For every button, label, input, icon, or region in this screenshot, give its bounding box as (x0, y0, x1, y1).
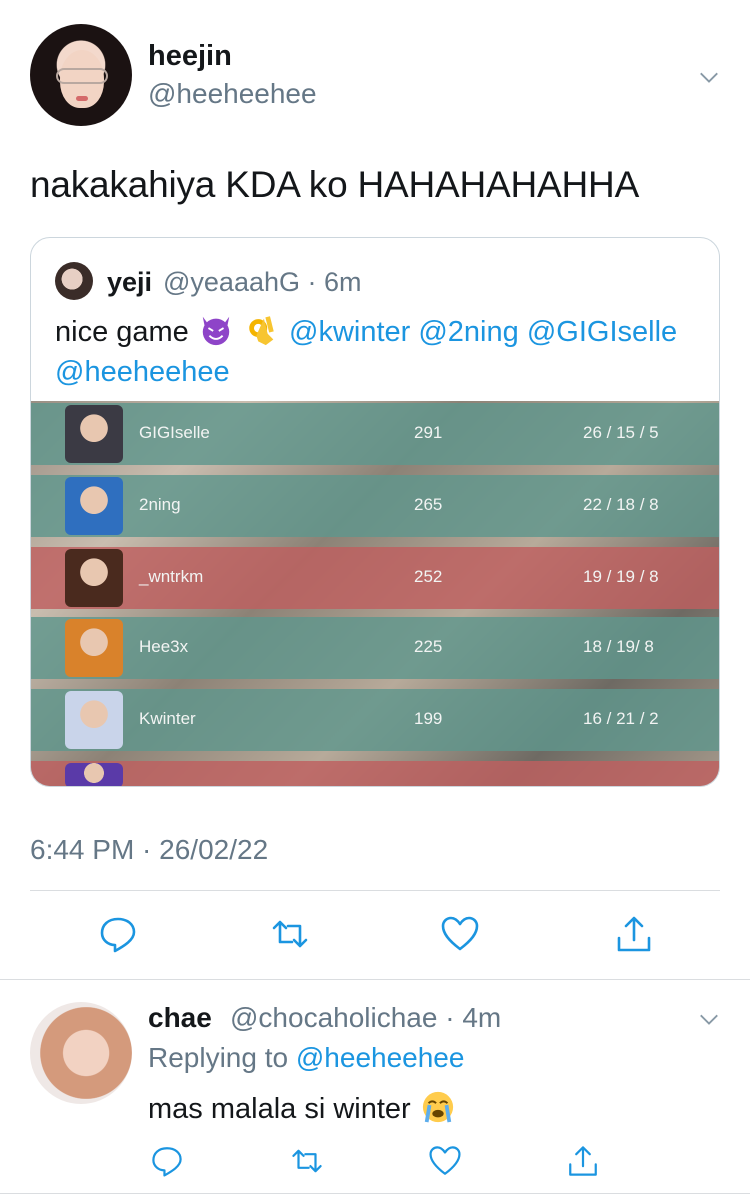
like-button[interactable] (428, 1144, 462, 1178)
tweet-actions (0, 914, 750, 958)
reply-text-content: mas malala si winter (148, 1093, 411, 1125)
player-score: 252 (414, 567, 443, 586)
player-name: 2ning (139, 495, 181, 514)
tweet-timestamp: 6:44 PM · 26/02/22 (30, 834, 269, 865)
retweet-icon (272, 920, 308, 948)
retweet-button[interactable] (290, 1144, 324, 1178)
heart-icon (429, 1146, 461, 1175)
quote-tweet-card[interactable]: yeji @yeaaahG · 6m nice game @kwinter @2… (30, 237, 720, 787)
quote-text-prefix: nice game (55, 316, 189, 348)
scoreboard-row: GIGIselle 291 26 / 15 / 5 (31, 403, 719, 465)
agent-portrait-icon (65, 763, 123, 786)
quote-author-avatar (55, 262, 93, 300)
mention-link[interactable]: @kwinter (289, 316, 410, 348)
tweet-header: heejin @heeheehee (30, 24, 730, 128)
reply-icon (100, 917, 136, 953)
agent-portrait-icon (65, 619, 123, 677)
scoreboard-row (31, 761, 719, 786)
agent-portrait-icon (65, 405, 123, 463)
player-kda: 18 / 19/ 8 (583, 637, 654, 656)
mention-link[interactable]: @GIGIselle (527, 316, 677, 348)
like-button[interactable] (440, 914, 480, 954)
player-kda: 19 / 19 / 8 (583, 567, 659, 586)
divider (30, 890, 720, 891)
divider (0, 979, 750, 980)
scoreboard-image[interactable]: GIGIselle 291 26 / 15 / 5 2ning 265 22 /… (31, 401, 719, 786)
mention-link[interactable]: @heeheehee (55, 356, 230, 388)
share-button[interactable] (566, 1144, 600, 1178)
author-handle[interactable]: @heeheehee (148, 78, 317, 110)
author-name[interactable]: heejin (148, 40, 232, 73)
smiling-devil-emoji-icon (202, 316, 230, 346)
reply-actions (0, 1144, 750, 1188)
agent-portrait-icon (65, 691, 123, 749)
reply-button[interactable] (150, 1144, 184, 1178)
reply-author-name[interactable]: chae (148, 1002, 212, 1034)
heart-icon (441, 916, 479, 951)
player-score: 265 (414, 495, 443, 514)
player-score: 225 (414, 637, 443, 656)
player-kda: 16 / 21 / 2 (583, 709, 659, 728)
share-icon (569, 1146, 597, 1176)
player-kda: 22 / 18 / 8 (583, 495, 659, 514)
scoreboard-row: Kwinter 199 16 / 21 / 2 (31, 689, 719, 751)
divider (0, 1193, 750, 1194)
retweet-button[interactable] (270, 914, 310, 954)
agent-portrait-icon (65, 549, 123, 607)
player-name: Hee3x (139, 637, 189, 656)
reply-icon (152, 1147, 182, 1177)
chevron-down-icon[interactable] (698, 66, 720, 88)
reply-author-meta[interactable]: @chocaholichae · 4m (230, 1002, 501, 1034)
player-score: 291 (414, 423, 443, 442)
player-name: _wntrkm (139, 567, 204, 586)
player-name: GIGIselle (139, 423, 210, 442)
share-button[interactable] (614, 914, 654, 954)
quote-author-meta: @yeaaahG · 6m (163, 267, 362, 297)
retweet-icon (292, 1149, 322, 1173)
reply-text: mas malala si winter (148, 1090, 457, 1126)
replying-to-handle[interactable]: @heeheehee (296, 1042, 465, 1073)
player-kda: 26 / 15 / 5 (583, 423, 659, 442)
scoreboard-row: Hee3x 225 18 / 19/ 8 (31, 617, 719, 679)
reply-author-avatar[interactable] (30, 1002, 132, 1104)
replying-to-label: Replying to (148, 1042, 289, 1073)
agent-portrait-icon (65, 477, 123, 535)
author-avatar[interactable] (30, 24, 132, 126)
share-icon (617, 916, 651, 952)
reply-tweet[interactable]: chae @chocaholichae · 4m Replying to @he… (30, 1002, 730, 1125)
scoreboard-row: 2ning 265 22 / 18 / 8 (31, 475, 719, 537)
mention-link[interactable]: @2ning (418, 316, 518, 348)
loudly-crying-face-emoji-icon (422, 1091, 453, 1123)
tweet-text: nakakahiya KDA ko HAHAHAHAHHA (30, 164, 640, 205)
replying-to: Replying to @heeheehee (148, 1042, 464, 1074)
quote-text: nice game @kwinter @2ning @GIGIselle @he… (55, 312, 705, 392)
chevron-down-icon[interactable] (698, 1008, 720, 1030)
player-score: 199 (414, 709, 443, 728)
player-name: Kwinter (139, 709, 196, 728)
reply-button[interactable] (98, 914, 138, 954)
ok-hand-emoji-icon (249, 316, 274, 346)
scoreboard-row: _wntrkm 252 19 / 19 / 8 (31, 547, 719, 609)
quote-author-name: yeji (107, 267, 153, 297)
